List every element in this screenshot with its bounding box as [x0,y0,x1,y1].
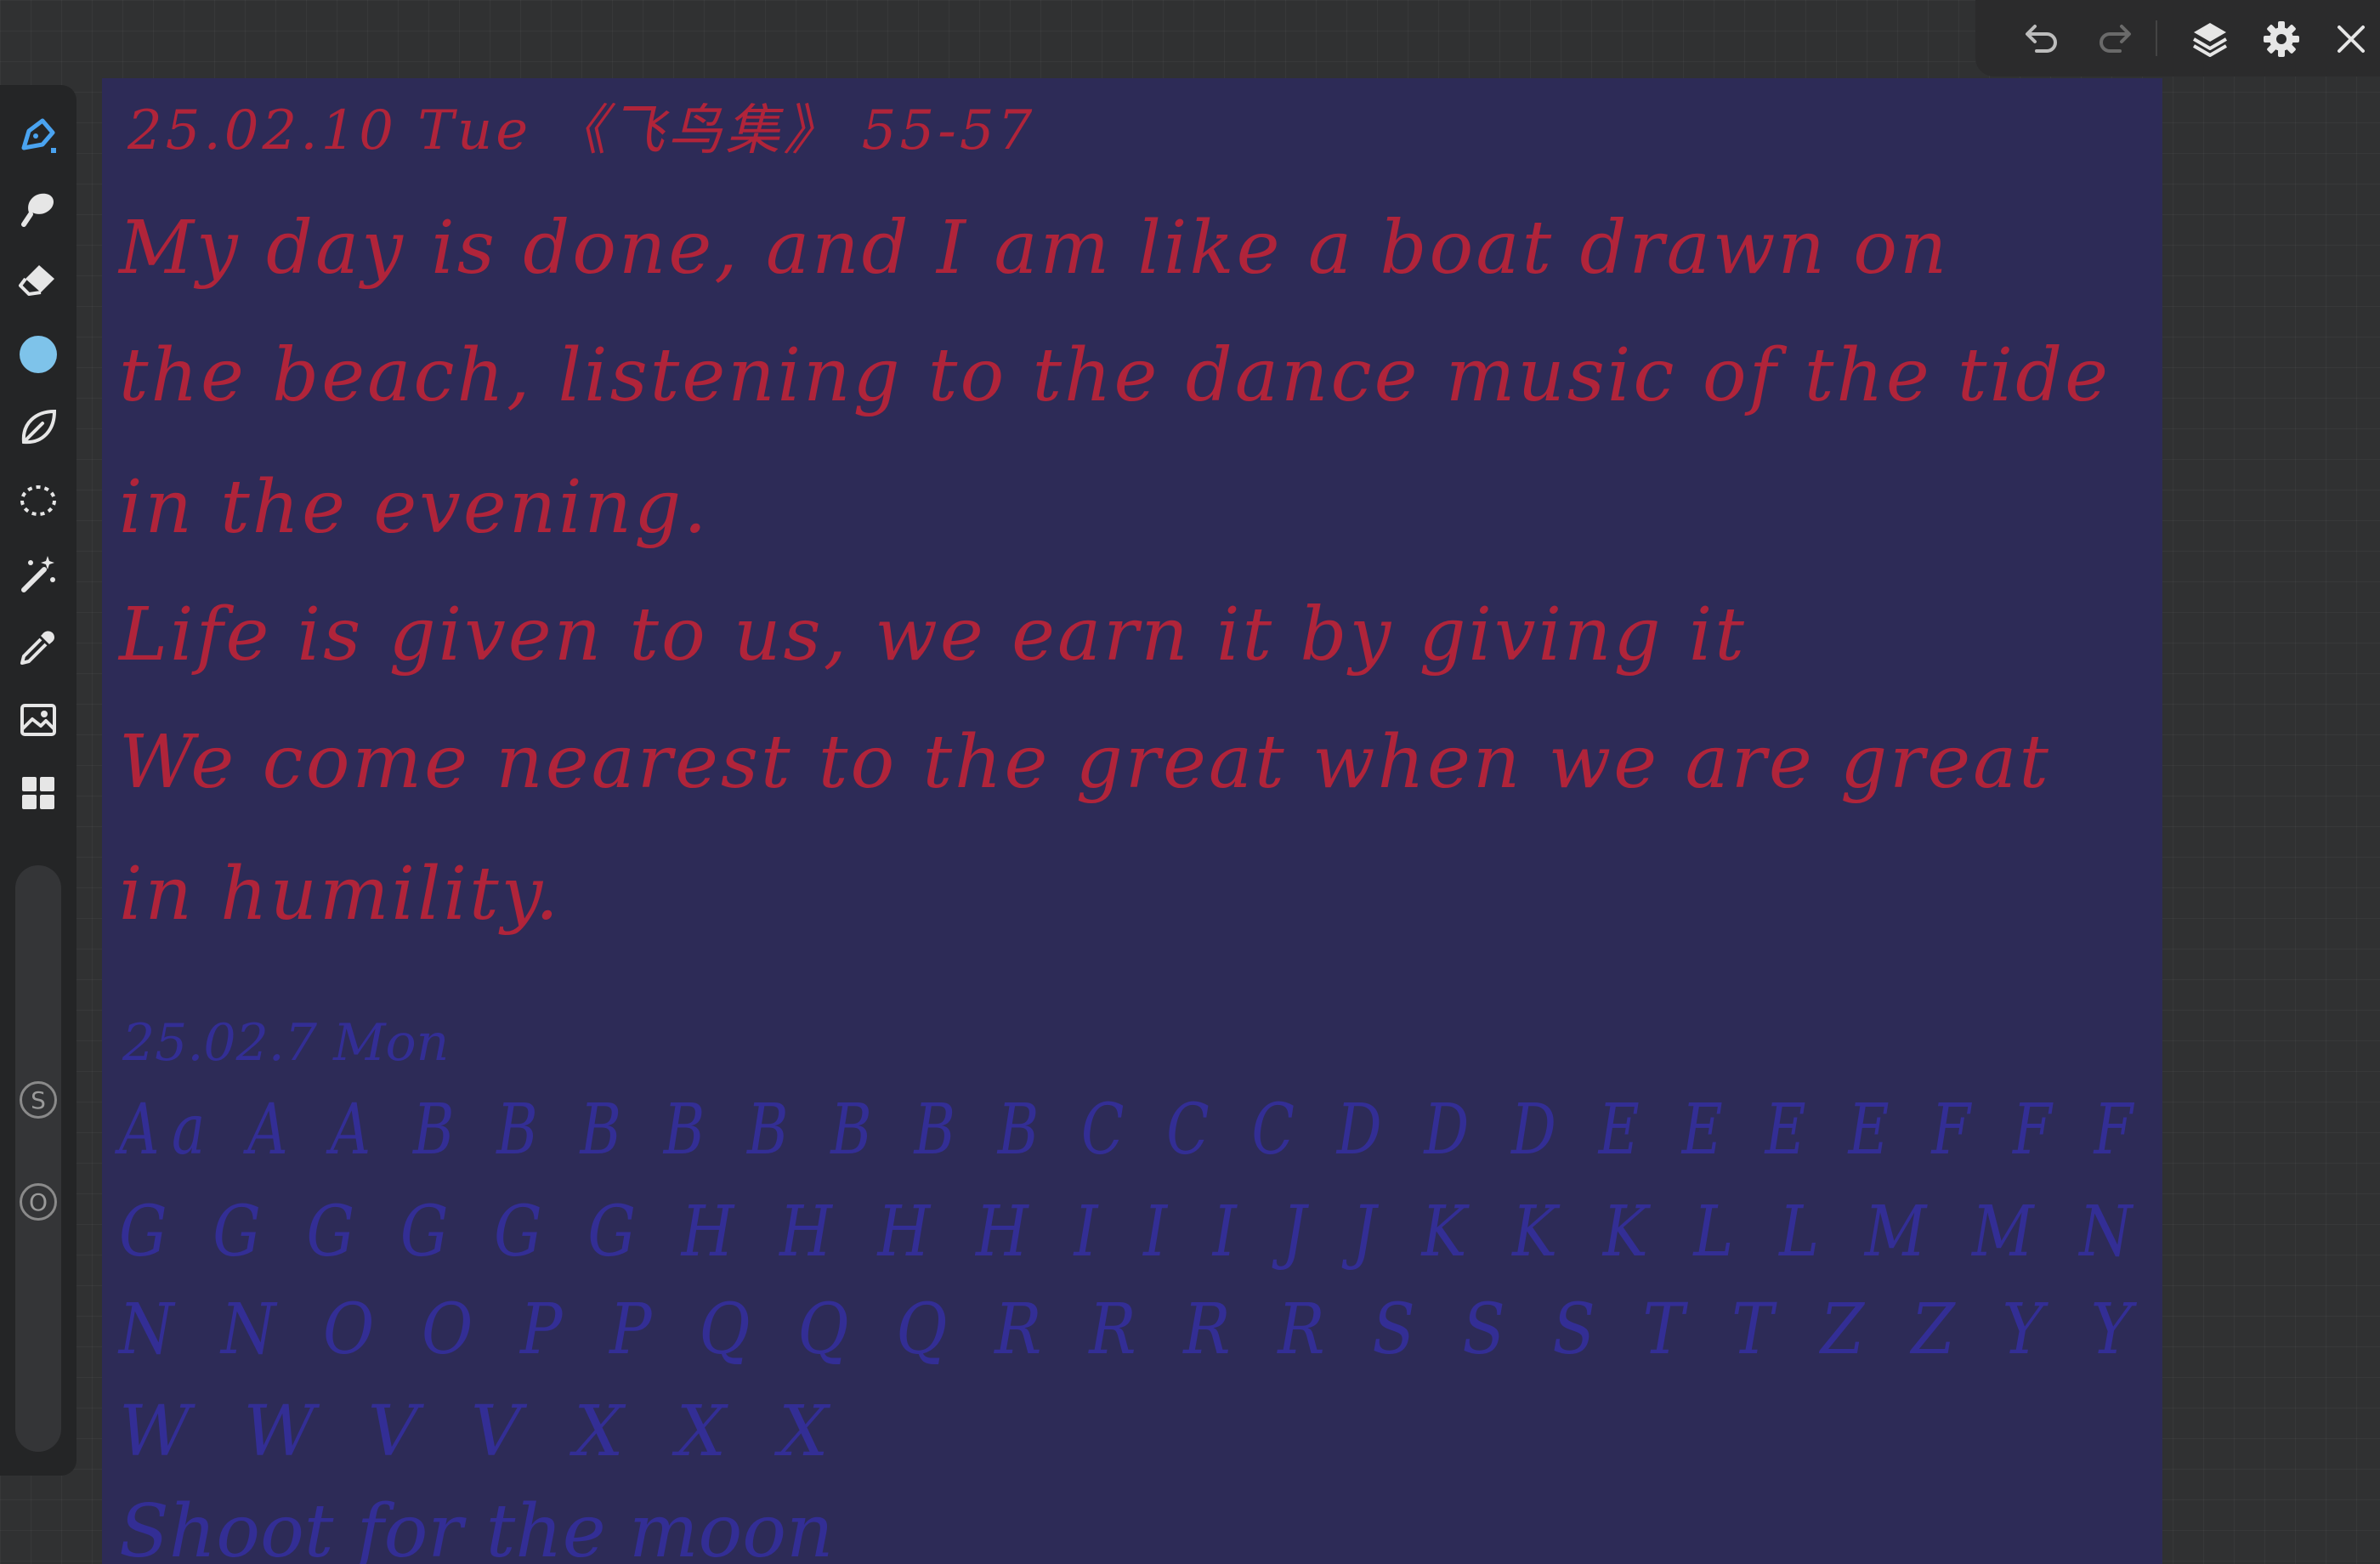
lasso-icon [20,485,56,516]
faint-alphabet-line-4: W W V V X X X [119,1391,844,1472]
faint-alphabet-line-1: Aa A A B B B B B B B B C C C D D D E E E… [119,1090,2145,1170]
gallery-button[interactable] [12,767,65,819]
shape-tool-button[interactable] [12,401,65,454]
pen-tool-button[interactable] [12,109,65,162]
lasso-tool-button[interactable] [12,474,65,527]
layers-button[interactable] [2186,15,2234,63]
grid-icon [22,777,54,809]
redo-button[interactable] [2091,15,2139,63]
eraser-tool-button[interactable] [12,255,65,308]
date-heading: 25.02.10 Tue 《飞鸟集》 55-57 [128,99,1036,162]
image-import-button[interactable] [12,694,65,746]
handwritten-line-5: We come nearest to the great when we are… [119,720,2051,805]
handwritten-line-3: in the evening. [119,465,710,550]
image-icon [20,704,56,736]
magic-wand-tool-button[interactable] [12,547,65,600]
undo-button[interactable] [2018,15,2066,63]
magic-wand-icon [21,556,55,592]
smudge-tool-button[interactable] [12,182,65,235]
pen-icon [21,118,56,153]
drawing-app: 25.02.10 Tue 《飞鸟集》 55-57 My day is done,… [0,0,2380,1564]
color-picker-button[interactable] [12,328,65,381]
close-button[interactable] [2327,15,2375,63]
faint-alphabet-line-3: N N O O P P Q Q Q R R R R S S S T T Z Z … [119,1289,2146,1370]
canvas-paper[interactable]: 25.02.10 Tue 《飞鸟集》 55-57 My day is done,… [102,78,2162,1564]
handwritten-line-6: in humility. [119,852,562,937]
color-swatch-icon [20,336,57,373]
tool-sidebar: S O [0,85,76,1476]
faint-footer-line: Shoot for the moon [119,1489,834,1564]
redo-icon [2100,25,2131,53]
eyedropper-icon [20,631,54,665]
opacity-label[interactable]: O [20,1183,57,1221]
undo-icon [2026,25,2057,53]
top-toolbar [1975,0,2380,76]
toolbar-divider [2156,20,2157,56]
eraser-icon [19,265,54,296]
eyedropper-tool-button[interactable] [12,620,65,673]
close-icon [2338,26,2365,53]
faint-date-heading: 25.02.7 Mon [122,1013,450,1073]
settings-button[interactable] [2258,15,2305,63]
brush-adjust-slider[interactable] [15,865,61,1452]
gear-icon [2264,21,2299,57]
leaf-icon [21,409,57,445]
handwritten-line-2: the beach, listening to the dance music … [119,333,2111,418]
faint-alphabet-line-2: G G G G G G H H H H I I I J J K K K L L … [119,1192,2145,1272]
layers-icon [2192,23,2228,57]
smudge-icon [21,193,54,227]
handwritten-line-1: My day is done, and I am like a boat dra… [119,206,1950,291]
handwritten-line-4: Life is given to us, we earn it by givin… [119,592,1747,677]
size-label[interactable]: S [20,1081,57,1119]
